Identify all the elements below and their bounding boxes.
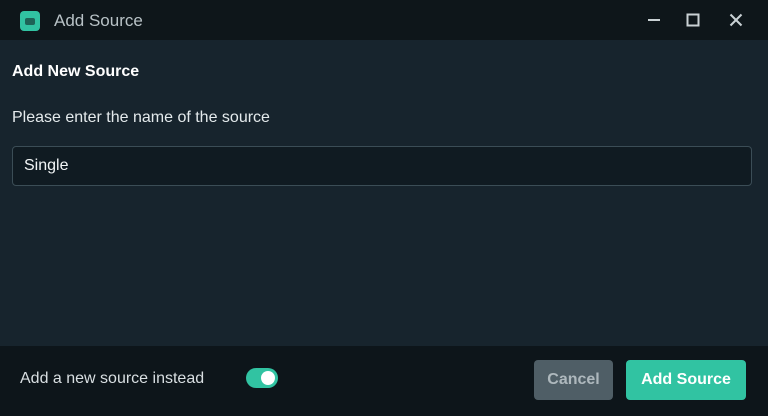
toggle-knob [261, 371, 275, 385]
add-source-window: Add Source Add New Source Please enter t… [0, 0, 768, 416]
app-icon-glyph [25, 17, 35, 25]
app-icon [20, 11, 40, 31]
title-bar[interactable]: Add Source [0, 0, 768, 40]
add-source-button[interactable]: Add Source [626, 360, 746, 400]
close-icon[interactable] [722, 8, 750, 32]
minimize-icon[interactable] [640, 8, 668, 32]
source-name-prompt: Please enter the name of the source [12, 109, 270, 126]
add-new-source-toggle[interactable] [246, 368, 278, 388]
dialog-footer: Add a new source instead Cancel Add Sour… [0, 346, 768, 416]
dialog-heading: Add New Source [12, 63, 140, 80]
window-title: Add Source [54, 11, 143, 30]
source-name-input[interactable] [12, 146, 752, 186]
cancel-button[interactable]: Cancel [534, 360, 613, 400]
maximize-icon[interactable] [679, 8, 707, 32]
add-new-source-toggle-label: Add a new source instead [20, 370, 205, 387]
dialog-body: Add New Source Please enter the name of … [0, 40, 768, 346]
